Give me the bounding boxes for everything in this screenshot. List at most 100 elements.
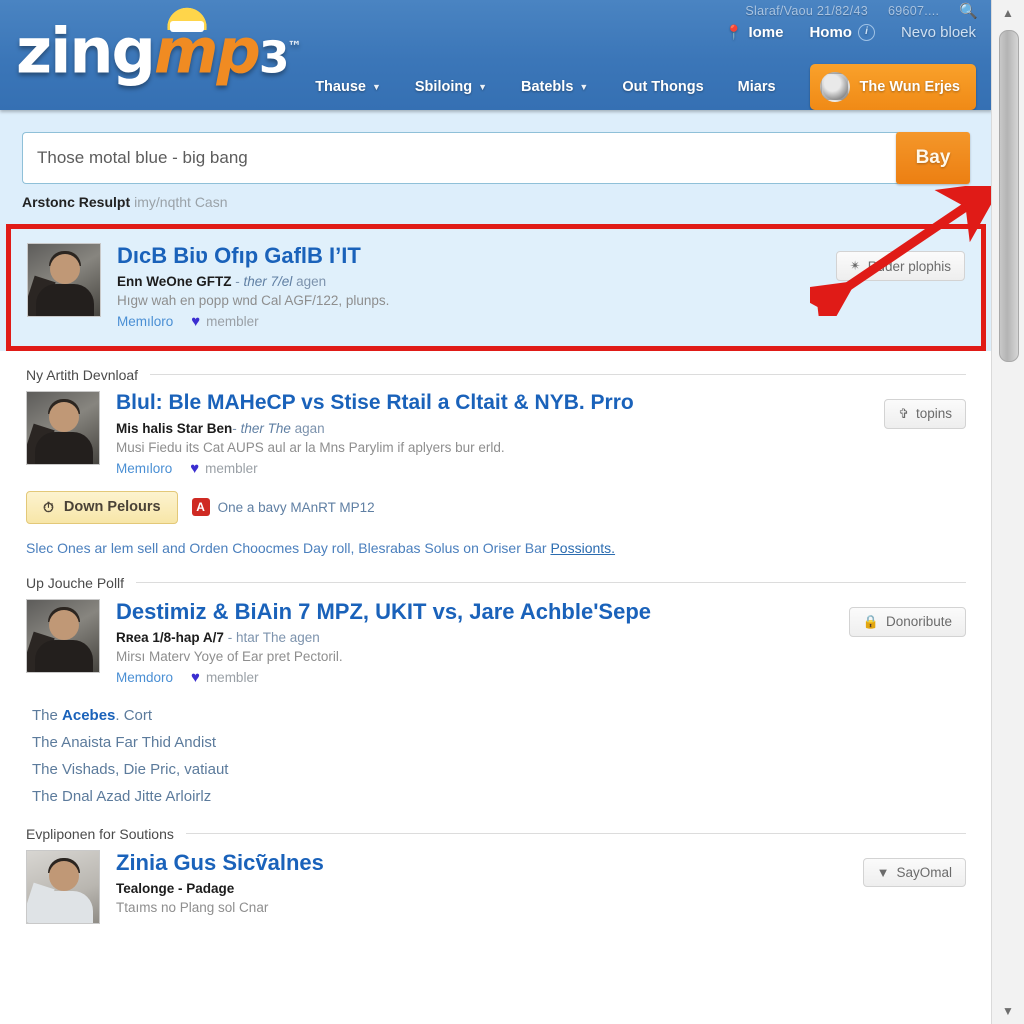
nav-label-2: Batebls bbox=[521, 79, 574, 95]
list-item[interactable]: The Anaista Far Thid Andist bbox=[32, 729, 966, 756]
result-action-button[interactable]: 🔒 Donoribute bbox=[848, 606, 966, 637]
result-row: Destimiz & BiAin 7 MPZ, UKIT vs, Jare Ac… bbox=[26, 598, 966, 686]
section-artith-devnloaf: Ny Artith Devnloaf Blul: Ble MAHeCP vs S… bbox=[0, 350, 992, 559]
result-ago: agen bbox=[296, 273, 327, 289]
nav-item-thause[interactable]: Thause ▼ bbox=[315, 79, 381, 95]
top-link-home-1[interactable]: 📍 Iome bbox=[725, 24, 783, 41]
result-body: Blul: Ble MAHeCP vs Stise Rtail a Cltait… bbox=[116, 391, 966, 477]
top-links: 📍 Iome Homo i Nevo bloek bbox=[725, 24, 976, 41]
scrollbar-track[interactable] bbox=[992, 26, 1024, 998]
nav-item-out-thongs[interactable]: Out Thongs bbox=[622, 79, 703, 95]
nav-cta-label: The Wun Erjes bbox=[859, 79, 960, 95]
result-title[interactable]: Destimiz & BiAin 7 MPZ, UKIT vs, Jare Ac… bbox=[116, 599, 966, 625]
heart-icon: ♥ bbox=[191, 668, 200, 686]
vertical-scrollbar[interactable]: ▲ ▼ bbox=[991, 0, 1024, 1024]
result-thumbnail[interactable] bbox=[26, 849, 100, 924]
result-meta-link[interactable]: Memıloro bbox=[117, 314, 173, 329]
result-action-button[interactable]: ✞ topins bbox=[884, 398, 966, 429]
result-title[interactable]: Blul: Ble MAHeCP vs Stise Rtail a Cltait… bbox=[116, 391, 966, 416]
result-meta: Memıloro ♥ membler bbox=[116, 460, 966, 477]
section-heading: Ny Artith Devnloaf bbox=[26, 351, 966, 391]
results-note-rest: imy/nqtht Casn bbox=[134, 194, 228, 210]
nav-item-sbiloing[interactable]: Sbiloing ▼ bbox=[415, 79, 487, 95]
result-author: Rʀea 1/8-hap A/7 bbox=[116, 629, 224, 645]
pdf-link-label: One a bavy MAnRT MP12 bbox=[217, 499, 375, 515]
result-ago-italic: htar The bbox=[235, 629, 286, 645]
result-meta-link[interactable]: Memdoro bbox=[116, 670, 173, 685]
result-sep: - bbox=[235, 273, 240, 289]
result-member-badge: ♥ membler bbox=[191, 313, 258, 330]
section-rule bbox=[185, 833, 966, 835]
search-icon[interactable]: 🔍 bbox=[959, 2, 978, 20]
result-action-label: topins bbox=[915, 406, 952, 422]
result-author: Tealonge - Padage bbox=[116, 880, 235, 896]
link-pre-1: The Anaista Far Thid Andist bbox=[32, 733, 216, 751]
heart-icon: ♥ bbox=[191, 312, 201, 330]
nav-label-0: Thause bbox=[315, 79, 366, 95]
result-ago-italic: ther The bbox=[240, 420, 291, 436]
scrollbar-thumb[interactable] bbox=[999, 30, 1019, 362]
result-thumbnail[interactable] bbox=[27, 243, 101, 317]
thumb-head bbox=[49, 860, 79, 891]
result-action-button[interactable]: ✴ Ruder plophis bbox=[835, 251, 965, 281]
section-heading-label: Ny Artith Devnloaf bbox=[26, 366, 139, 383]
section-paragraph-link[interactable]: Possionts. bbox=[550, 540, 615, 556]
scroll-down-button[interactable]: ▼ bbox=[992, 998, 1024, 1024]
list-item[interactable]: The Acebes. Cort bbox=[32, 702, 966, 729]
chevron-down-icon: ▼ bbox=[876, 864, 890, 880]
utility-stats: Slaraf/Vaou 21/82/43 bbox=[745, 4, 868, 18]
top-link-label-2: Nevo bloek bbox=[900, 24, 976, 41]
result-title[interactable]: Zinia Gus Sicṽalnes bbox=[116, 850, 966, 876]
download-button[interactable]: ⏱ Down Pelours bbox=[26, 490, 178, 524]
thumb-body bbox=[35, 890, 93, 923]
result-description: Musi Fiedu its Cat AUPS aul ar la Mns Pa… bbox=[116, 439, 505, 455]
thumb-head bbox=[49, 609, 79, 640]
chevron-down-icon: ▼ bbox=[579, 82, 589, 92]
link-pre-2: The Vishads, Die Pric, vatiaut bbox=[32, 760, 229, 778]
result-action-label: SayOmal bbox=[896, 864, 952, 880]
result-thumbnail[interactable] bbox=[26, 390, 100, 465]
info-circle-icon: i bbox=[857, 24, 875, 41]
section-heading-label: Evpliponen for Soutions bbox=[26, 825, 174, 842]
section-paragraph: Slec Ones ar lem sell and Orden Choocmes… bbox=[26, 538, 966, 559]
result-author: Mis halis Star Ben bbox=[116, 420, 233, 436]
result-row: DıcB Biʋ Ofıp GaflB IʼIT Enn WeOne GFTZ … bbox=[27, 243, 965, 330]
search-submit-button[interactable]: Bay bbox=[896, 132, 970, 184]
top-link-news[interactable]: Nevo bloek bbox=[901, 24, 976, 41]
thumb-head bbox=[49, 401, 79, 432]
main-nav: Thause ▼ Sbiloing ▼ Batebls ▼ Out Thongs… bbox=[0, 64, 992, 110]
top-link-home-2[interactable]: Homo i bbox=[809, 24, 875, 41]
nav-item-batebls[interactable]: Batebls ▼ bbox=[521, 79, 588, 95]
logo-tm: ™ bbox=[287, 39, 301, 55]
result-ago: agen bbox=[289, 629, 320, 645]
top-link-label-1: Homo bbox=[809, 24, 852, 41]
pdf-icon: A bbox=[191, 498, 210, 517]
result-action-label: Ruder plophis bbox=[867, 258, 951, 274]
result-thumbnail[interactable] bbox=[26, 598, 100, 673]
result-meta-link[interactable]: Memıloro bbox=[116, 461, 172, 476]
list-item[interactable]: The Dnal Azad Jitte Arlоirlz bbox=[32, 783, 966, 810]
chevron-down-icon: ▼ bbox=[478, 82, 487, 92]
results-note: Arstonc Resulpt imy/nqtht Casn bbox=[22, 194, 970, 210]
result-ago: agan bbox=[294, 420, 325, 436]
result-author: Enn WeOne GFTZ bbox=[117, 273, 232, 289]
result-meta: Memıloro ♥ membler bbox=[117, 313, 965, 330]
nav-cta-button[interactable]: The Wun Erjes bbox=[809, 64, 976, 110]
search-input[interactable]: Those motal blue - big bang bbox=[22, 132, 898, 184]
browser-page: zingmp3™ Slaraf/Vaou 21/82/43 69607.... … bbox=[0, 0, 992, 1024]
result-row: Zinia Gus Sicṽalnes Tealonge - Padage Tt… bbox=[26, 849, 966, 924]
list-item[interactable]: The Vishads, Die Pric, vatiaut bbox=[32, 756, 966, 783]
thumb-body bbox=[35, 639, 93, 672]
section-heading-label: Up Jouche Pollf bbox=[26, 574, 125, 591]
result-body: Zinia Gus Sicṽalnes Tealonge - Padage Tt… bbox=[116, 850, 966, 924]
nav-item-miars[interactable]: Miars bbox=[738, 79, 776, 95]
result-body: Destimiz & BiAin 7 MPZ, UKIT vs, Jare Ac… bbox=[116, 599, 966, 686]
download-row: ⏱ Down Pelours A One a bavy MAnRT MP12 bbox=[26, 490, 966, 524]
pdf-link[interactable]: A One a bavy MAnRT MP12 bbox=[191, 498, 375, 517]
highlighted-result-wrapper: DıcB Biʋ Ofıp GaflB IʼIT Enn WeOne GFTZ … bbox=[0, 224, 992, 351]
star-icon: ✴ bbox=[849, 258, 861, 273]
scroll-up-button[interactable]: ▲ bbox=[992, 0, 1024, 26]
site-header: zingmp3™ Slaraf/Vaou 21/82/43 69607.... … bbox=[0, 0, 992, 110]
result-action-button[interactable]: ▼ SayOmal bbox=[862, 857, 966, 887]
highlighted-result-box[interactable]: DıcB Biʋ Ofıp GaflB IʼIT Enn WeOne GFTZ … bbox=[6, 224, 986, 351]
